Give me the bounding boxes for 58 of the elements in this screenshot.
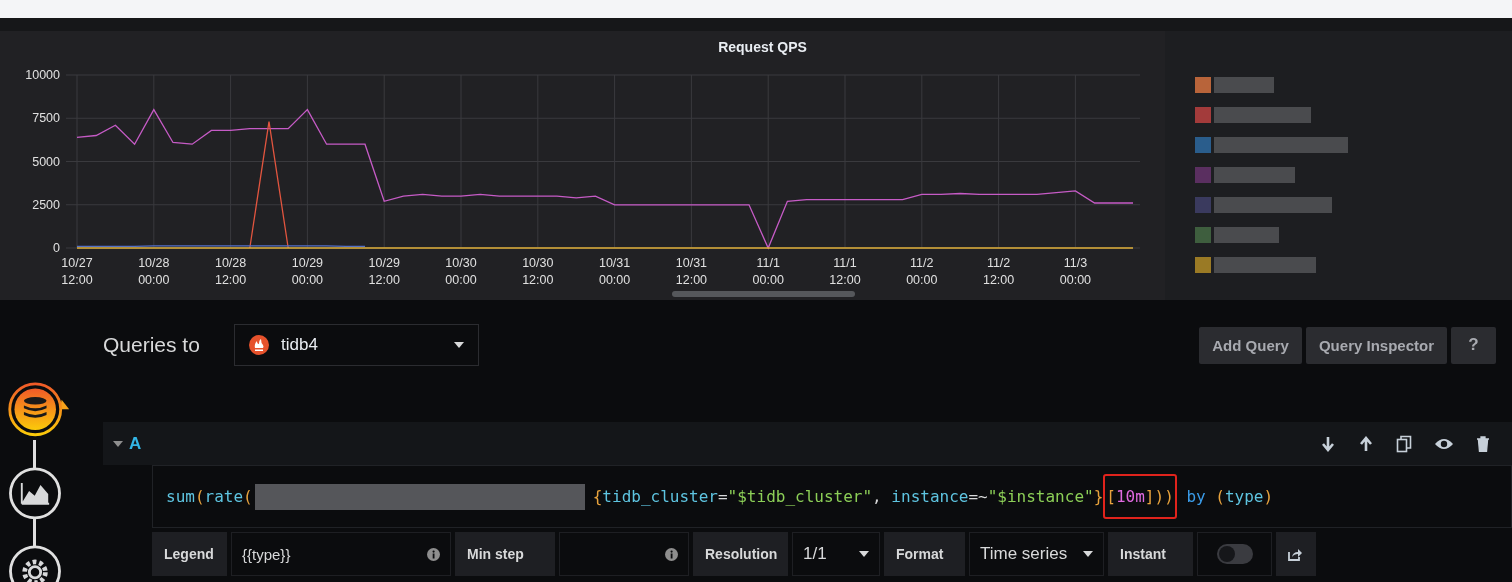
toolbar-button[interactable]: ? — [1451, 326, 1496, 364]
min-step-input[interactable] — [559, 532, 689, 576]
toolbar-button[interactable]: Add Query — [1199, 326, 1302, 364]
chart-icon[interactable] — [6, 465, 64, 521]
query-ref-label: A — [129, 433, 142, 454]
query-row-header[interactable]: A — [103, 422, 1512, 465]
trash-icon[interactable] — [1476, 435, 1490, 452]
instant-label: Instant — [1108, 532, 1193, 576]
x-tick-label: 11/2 00:00 — [906, 256, 938, 287]
datasource-select[interactable]: tidb4 — [234, 324, 479, 366]
arrow-up-icon[interactable] — [1358, 435, 1374, 452]
resolution-label: Resolution — [693, 532, 788, 576]
settings-icon[interactable] — [6, 544, 64, 582]
eye-icon[interactable] — [1434, 436, 1454, 451]
caret-icon — [1083, 551, 1093, 557]
info-icon — [665, 547, 678, 561]
info-icon — [427, 547, 440, 561]
y-tick-label: 10000 — [25, 68, 60, 82]
redacted-block — [1214, 227, 1279, 243]
x-tick-label: 10/30 12:00 — [522, 256, 554, 287]
y-tick-label: 0 — [53, 241, 60, 255]
query-text: sum(rate( — [166, 486, 253, 508]
y-tick-label: 7500 — [32, 111, 60, 126]
chart-title: Request QPS — [718, 39, 807, 55]
resolution-select[interactable]: 1/1 — [792, 532, 880, 576]
legend-label: Legend — [152, 532, 227, 576]
x-tick-label: 10/30 00:00 — [445, 256, 477, 287]
caret-icon — [859, 551, 869, 557]
y-tick-label: 2500 — [32, 197, 60, 212]
y-tick-label: 5000 — [32, 154, 60, 169]
scrollbar[interactable] — [672, 291, 855, 297]
query-text: {tidb_cluster="$tidb_cluster", instance=~"$instance"} [10m])) by (type) — [592, 474, 1274, 519]
x-tick-label: 10/28 00:00 — [138, 256, 170, 287]
x-tick-label: 10/31 00:00 — [598, 256, 631, 287]
x-tick-label: 10/27 12:00 — [61, 256, 93, 287]
format-select[interactable]: Time series — [969, 532, 1104, 576]
x-tick-label: 11/2 12:00 — [982, 256, 1015, 287]
share-icon[interactable] — [1288, 547, 1302, 561]
x-tick-label: 10/29 00:00 — [291, 256, 324, 287]
x-tick-label: 11/1 12:00 — [829, 256, 861, 287]
x-tick-label: 11/3 00:00 — [1059, 256, 1092, 287]
legend-input[interactable]: {{type}} — [231, 532, 451, 576]
copy-icon[interactable] — [1396, 434, 1412, 453]
toolbar-button[interactable]: Query Inspector — [1305, 326, 1447, 364]
query-editor[interactable]: sum(rate( {tidb_cluster="$tidb_cluster", instance=~"$instance"} [10m])) by (type) — [152, 465, 1512, 528]
flame-icon — [249, 335, 269, 355]
x-tick-label: 11/1 00:00 — [752, 256, 784, 287]
x-tick-label: 10/31 12:00 — [675, 256, 708, 287]
queries-to-label: Queries to — [103, 333, 201, 357]
caret-icon — [454, 342, 464, 348]
x-tick-label: 10/28 12:00 — [214, 256, 247, 287]
collapse-caret-icon[interactable] — [113, 440, 123, 447]
format-label: Format — [884, 532, 965, 576]
x-tick-label: 10/29 12:00 — [368, 256, 400, 287]
instant-toggle[interactable] — [1216, 544, 1253, 564]
arrow-down-icon[interactable] — [1320, 435, 1336, 452]
min-step-label: Min step — [455, 532, 555, 576]
redacted-block — [1214, 77, 1274, 93]
